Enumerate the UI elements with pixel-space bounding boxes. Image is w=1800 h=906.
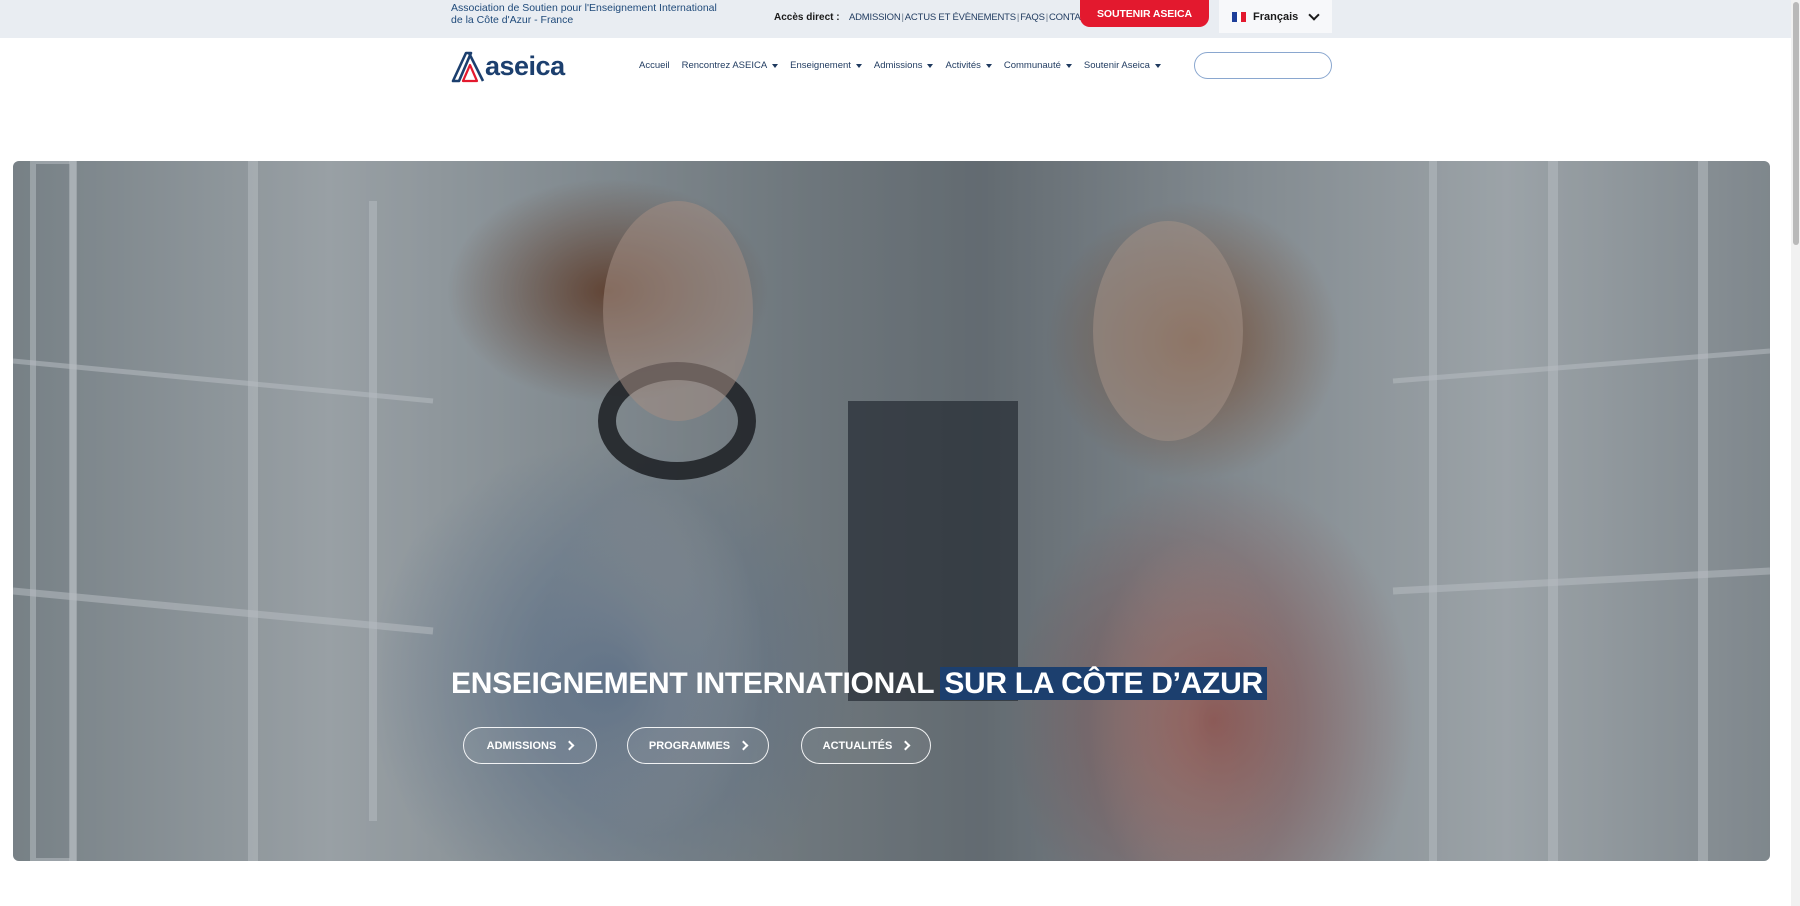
acces-direct-label: Accès direct : (774, 12, 840, 23)
nav-label: Soutenir Aseica (1083, 60, 1150, 71)
association-tagline: Association de Soutien pour l'Enseigneme… (451, 2, 741, 26)
nav-label: Accueil (639, 60, 670, 71)
nav-item-activites[interactable]: Activités (945, 60, 992, 71)
nav-label: Enseignement (790, 60, 851, 71)
page-scrollbar[interactable] (1791, 0, 1800, 906)
nav-item-communaute[interactable]: Communauté (1004, 60, 1072, 71)
chevron-right-icon (564, 740, 575, 751)
nav-item-accueil[interactable]: Accueil (639, 60, 670, 71)
nav-item-admissions[interactable]: Admissions (874, 60, 934, 71)
language-label: Français (1253, 10, 1299, 23)
nav-label: Rencontrez ASEICA (681, 60, 768, 71)
caret-down-icon (1154, 63, 1161, 68)
caret-down-icon (985, 63, 992, 68)
admissions-button[interactable]: ADMISSIONS (463, 727, 597, 764)
language-selector[interactable]: Français (1219, 0, 1332, 33)
aseica-logo[interactable]: aseica (451, 49, 565, 83)
association-line-1: Association de Soutien pour l'Enseigneme… (451, 2, 717, 14)
actualites-button[interactable]: ACTUALITÉS (801, 727, 931, 764)
caret-down-icon (927, 63, 934, 68)
chevron-right-icon (738, 740, 749, 751)
association-line-2: de la Côte d'Azur - France (451, 13, 574, 26)
nav-label: Communauté (1003, 60, 1061, 71)
soutenir-aseica-button[interactable]: SOUTENIR ASEICA (1080, 0, 1209, 27)
programmes-button-label: PROGRAMMES (648, 739, 731, 752)
quick-links: ADMISSION|ACTUS ET ÉVÈNEMENTS|FAQS|CONTA… (849, 12, 1093, 23)
programmes-button[interactable]: PROGRAMMES (627, 727, 769, 764)
top-bar: Association de Soutien pour l'Enseigneme… (0, 0, 1800, 38)
chevron-down-icon (1308, 9, 1320, 21)
nav-item-enseignement[interactable]: Enseignement (790, 60, 862, 71)
caret-down-icon (1065, 63, 1072, 68)
caret-down-icon (855, 63, 862, 68)
aseica-logo-mark-icon (451, 51, 485, 83)
quick-link-actus[interactable]: ACTUS ET ÉVÈNEMENTS (905, 12, 1016, 23)
admissions-button-label: ADMISSIONS (486, 739, 557, 752)
caret-down-icon (772, 63, 779, 68)
nav-item-soutenir-aseica[interactable]: Soutenir Aseica (1084, 60, 1161, 71)
nav-label: Activités (945, 60, 981, 71)
actualites-button-label: ACTUALITÉS (822, 739, 893, 752)
hero-title: ENSEIGNEMENT INTERNATIONAL SUR LA CÔTE D’… (451, 667, 1267, 701)
logo-text: aseica (485, 50, 565, 81)
chevron-right-icon (900, 740, 911, 751)
quick-link-faqs[interactable]: FAQS (1020, 12, 1045, 23)
france-flag-icon (1232, 11, 1247, 22)
quick-link-admission[interactable]: ADMISSION (849, 12, 901, 23)
hero-title-main: ENSEIGNEMENT INTERNATIONAL (451, 667, 935, 700)
hero-banner: ENSEIGNEMENT INTERNATIONAL SUR LA CÔTE D’… (13, 161, 1770, 861)
search-input[interactable] (1194, 52, 1332, 79)
scrollbar-thumb[interactable] (1793, 2, 1799, 245)
hero-title-highlight: SUR LA CÔTE D’AZUR (940, 667, 1267, 700)
nav-label: Admissions (873, 60, 923, 71)
nav-item-rencontrez-aseica[interactable]: Rencontrez ASEICA (682, 60, 779, 71)
main-navigation: Accueil Rencontrez ASEICA Enseignement A… (639, 60, 1173, 71)
